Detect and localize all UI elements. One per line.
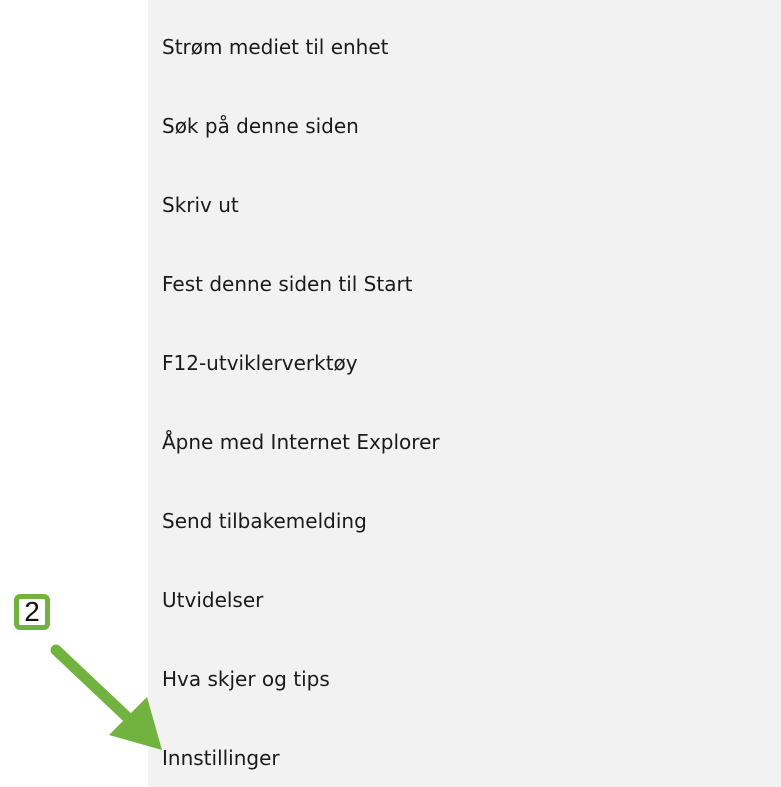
- menu-item-whats-new-and-tips[interactable]: Hva skjer og tips: [162, 659, 330, 699]
- menu-item-settings[interactable]: Innstillinger: [162, 738, 280, 778]
- step-number-badge: 2: [14, 594, 50, 630]
- menu-item-open-with-internet-explorer[interactable]: Åpne med Internet Explorer: [162, 422, 440, 462]
- screenshot-stage: Strøm mediet til enhet Søk på denne side…: [0, 0, 781, 787]
- menu-item-extensions[interactable]: Utvidelser: [162, 580, 263, 620]
- menu-item-cast-media[interactable]: Strøm mediet til enhet: [162, 27, 389, 67]
- menu-item-f12-developer-tools[interactable]: F12-utviklerverktøy: [162, 343, 358, 383]
- menu-item-print[interactable]: Skriv ut: [162, 185, 239, 225]
- menu-item-pin-to-start[interactable]: Fest denne siden til Start: [162, 264, 413, 304]
- menu-item-find-on-page[interactable]: Søk på denne siden: [162, 106, 359, 146]
- menu-item-send-feedback[interactable]: Send tilbakemelding: [162, 501, 367, 541]
